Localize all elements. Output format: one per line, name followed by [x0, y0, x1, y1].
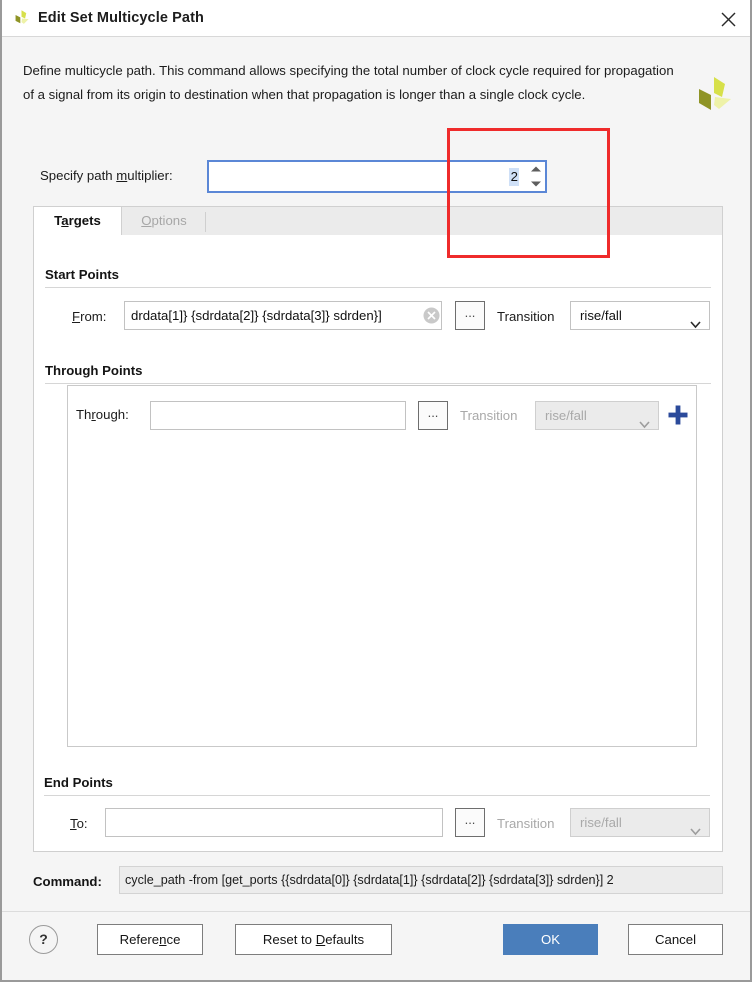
through-transition-select: rise/fall	[535, 401, 659, 430]
close-icon[interactable]	[714, 6, 742, 32]
through-points-divider	[45, 383, 711, 384]
from-transition-select[interactable]: rise/fall	[570, 301, 710, 330]
cancel-button[interactable]: Cancel	[628, 924, 723, 955]
through-points-list-panel	[67, 385, 697, 747]
label-part-before: Specify path	[40, 168, 117, 183]
spin-up-icon[interactable]	[526, 162, 545, 177]
label-mnemonic: F	[72, 309, 81, 324]
label-mnemonic: n	[159, 932, 167, 947]
through-points-heading: Through Points	[45, 363, 143, 378]
through-label: Through:	[76, 407, 129, 422]
vivado-logo-icon	[12, 9, 31, 28]
label-mnemonic: m	[116, 168, 128, 183]
to-browse-button[interactable]: ...	[455, 808, 485, 837]
plus-icon[interactable]	[667, 404, 689, 426]
label-part-after: ultiplier:	[127, 168, 173, 183]
through-transition-label: Transition	[460, 408, 518, 423]
through-input[interactable]	[150, 401, 406, 430]
chevron-down-icon	[639, 412, 650, 429]
path-multiplier-spinner[interactable]: 2	[207, 160, 547, 193]
command-label: Command:	[33, 874, 102, 889]
chevron-down-icon	[690, 819, 701, 836]
label-part-after: ough:	[95, 407, 129, 422]
label-part-after: o:	[76, 816, 88, 831]
from-browse-button[interactable]: ...	[455, 301, 485, 330]
from-transition-label: Transition	[497, 309, 555, 324]
reset-to-defaults-button[interactable]: Reset to Defaults	[235, 924, 392, 955]
label-part-after: efaults	[325, 932, 365, 947]
path-multiplier-label: Specify path multiplier:	[40, 168, 173, 183]
titlebar: Edit Set Multicycle Path	[2, 0, 750, 37]
start-points-divider	[45, 287, 711, 288]
reference-button[interactable]: Reference	[97, 924, 203, 955]
start-points-heading: Start Points	[45, 267, 120, 282]
tab-separator	[205, 212, 206, 232]
from-input[interactable]: drdata[1]} {sdrdata[2]} {sdrdata[3]} sdr…	[124, 301, 442, 330]
edit-set-multicycle-path-dialog: Edit Set Multicycle Path Define multicyc…	[0, 0, 752, 982]
page-title: Edit Set Multicycle Path	[38, 10, 204, 26]
label-part-after: rom:	[80, 309, 107, 324]
label-part-before: Reset to	[262, 932, 316, 947]
label-mnemonic: T	[70, 816, 77, 831]
label-part-after: ce	[166, 932, 181, 947]
clear-circle-icon[interactable]	[423, 307, 440, 324]
to-input[interactable]	[105, 808, 443, 837]
through-browse-button[interactable]: ...	[418, 401, 448, 430]
help-button[interactable]: ?	[29, 925, 58, 954]
tab-targets[interactable]: Targets	[34, 207, 122, 236]
tab-options: Options	[123, 207, 205, 236]
spin-down-icon[interactable]	[526, 177, 545, 192]
path-multiplier-value: 2	[508, 168, 519, 186]
label-part-before: Th	[76, 407, 92, 422]
chevron-down-icon	[690, 312, 701, 329]
end-points-divider	[44, 795, 710, 796]
from-transition-value: rise/fall	[580, 308, 622, 323]
to-transition-label: Transition	[497, 816, 555, 831]
tab-label-mnemonic: a	[61, 213, 69, 228]
footer-divider	[2, 911, 750, 912]
to-transition-value: rise/fall	[580, 815, 622, 830]
tab-label-after: rgets	[68, 213, 101, 228]
ok-button[interactable]: OK	[503, 924, 598, 955]
tab-bar: Targets Options	[33, 206, 723, 236]
label-mnemonic: D	[315, 932, 326, 947]
xilinx-vivado-logo-icon	[690, 74, 736, 120]
spinner-buttons	[525, 162, 545, 191]
dialog-description: Define multicycle path. This command all…	[23, 63, 674, 102]
through-transition-value: rise/fall	[545, 408, 587, 423]
command-value: cycle_path -from [get_ports {{sdrdata[0]…	[119, 866, 723, 894]
to-transition-select: rise/fall	[570, 808, 710, 837]
from-label: From:	[72, 309, 106, 324]
tab-label-mnemonic: O	[141, 213, 152, 228]
label-part-before: Refere	[119, 932, 160, 947]
path-multiplier-input[interactable]: 2	[209, 162, 525, 191]
tab-label-after: ptions	[151, 213, 187, 228]
end-points-heading: End Points	[44, 775, 113, 790]
to-label: To:	[70, 816, 88, 831]
